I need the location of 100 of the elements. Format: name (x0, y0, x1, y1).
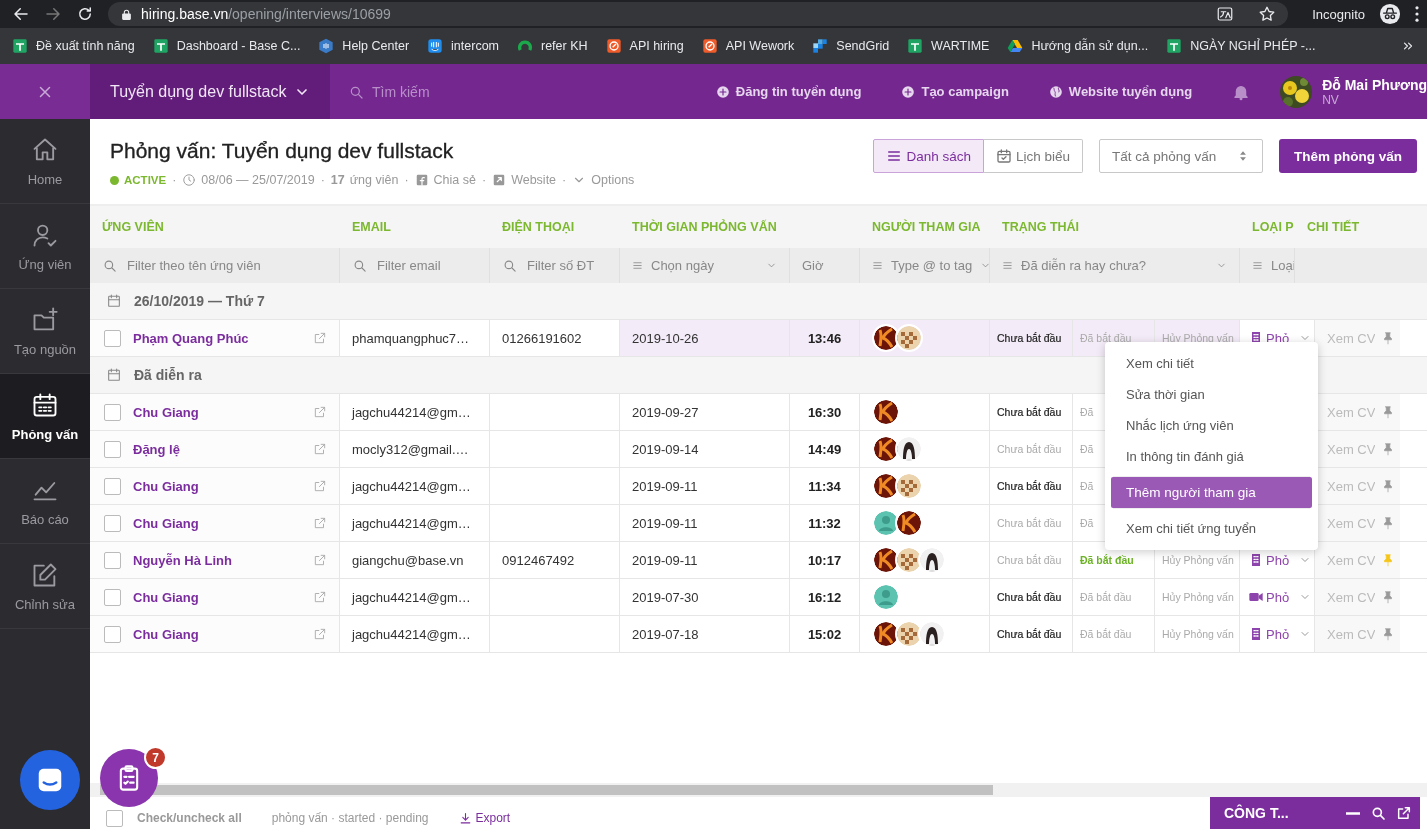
bookmark[interactable]: refer KH (517, 38, 588, 54)
calendar-icon (106, 293, 122, 309)
time-cell: 11:34 (808, 478, 841, 494)
bookmark[interactable]: Dashboard - Base C... (152, 38, 301, 54)
view-tab[interactable]: Danh sách (873, 139, 984, 173)
avatar (895, 435, 923, 463)
bookmark[interactable]: API Wework (701, 38, 795, 54)
plus-circle-icon (901, 84, 916, 99)
legend-text: phỏng vấn · started · pending (271, 811, 429, 825)
calendar-icon (106, 367, 122, 383)
checkbox[interactable] (104, 403, 121, 421)
more-bookmarks-icon (1401, 39, 1415, 53)
bookmark[interactable]: Help Center (318, 38, 410, 54)
bookmark-icon (701, 38, 718, 54)
view-tab[interactable]: Lịch biểu (983, 139, 1083, 173)
export-link[interactable]: Export (458, 811, 511, 825)
horizontal-scrollbar[interactable] (90, 783, 1427, 797)
header-link[interactable]: Website tuyển dụng (1048, 84, 1193, 99)
menu-item[interactable]: Nhắc lịch ứng viên (1111, 410, 1312, 441)
date-cell[interactable]: 2019-09-11 (620, 542, 790, 578)
checkbox[interactable] (104, 625, 121, 643)
bookmark[interactable]: intercom (427, 38, 499, 54)
interview-type[interactable]: Phỏ (1240, 542, 1295, 578)
facebook-icon (414, 173, 429, 187)
avatar (895, 509, 923, 537)
candidate-name[interactable]: Chu Giang (133, 589, 313, 605)
filter-field[interactable]: Filter email (375, 257, 477, 274)
candidate-name[interactable]: Chu Giang (133, 626, 313, 642)
time-cell: 16:30 (807, 404, 842, 420)
time-cell: 15:02 (807, 626, 842, 642)
bookmark[interactable]: SendGrid (812, 38, 890, 54)
date-cell[interactable]: 2019-07-18 (620, 616, 790, 652)
star-icon (1258, 5, 1277, 23)
status-option[interactable]: Chưa bắt đầu (997, 591, 1062, 603)
interview-type[interactable]: Phỏ (1240, 579, 1295, 615)
add-interview-button[interactable]: Thêm phỏng vấn (1279, 139, 1417, 173)
date-cell[interactable]: 2019-10-26 (620, 320, 790, 356)
checkbox[interactable] (104, 329, 121, 347)
filter-field[interactable]: Filter theo tên ứng viên (125, 257, 327, 274)
date-cell[interactable]: 2019-07-30 (620, 579, 790, 615)
external-link-icon (313, 405, 327, 419)
user-name: Đỗ Mai Phương (1322, 76, 1427, 93)
nav-item[interactable]: Phỏng vấn (0, 374, 90, 459)
checkbox[interactable] (104, 440, 121, 458)
column-header: TRẠNG THÁI (1002, 220, 1080, 234)
bookmark[interactable]: NGÀY NGHỈ PHÉP -... (1166, 38, 1316, 54)
checkbox[interactable] (104, 551, 121, 569)
candidate-name[interactable]: Chu Giang (133, 515, 313, 531)
search-icon (352, 258, 367, 273)
date-cell[interactable]: 2019-09-11 (620, 468, 790, 504)
header-link[interactable]: Đăng tin tuyển dụng (715, 84, 862, 99)
bookmark[interactable]: Đề xuất tính năng (12, 38, 135, 54)
candidate-name[interactable]: Chu Giang (133, 404, 313, 420)
dock-panel[interactable]: CÔNG T... (1210, 797, 1420, 829)
date-cell[interactable]: 2019-09-14 (620, 431, 790, 467)
checkbox[interactable] (104, 514, 121, 532)
status-option[interactable]: Chưa bắt đầu (997, 480, 1062, 492)
candidate-name[interactable]: Phạm Quang Phúc (133, 330, 313, 346)
bookmark-icon (1007, 38, 1024, 54)
external-link-icon (313, 553, 327, 567)
menu-item[interactable]: In thông tin đánh giá (1111, 441, 1312, 472)
checkbox[interactable] (106, 809, 123, 827)
external-link-icon (313, 516, 327, 530)
lock-icon (120, 7, 133, 21)
status-option[interactable]: Chưa bắt đầu (997, 628, 1062, 640)
separator: · (404, 173, 409, 187)
separator: · (172, 173, 177, 187)
checkbox[interactable] (104, 588, 121, 606)
menu-item[interactable]: Thêm người tham gia (1111, 477, 1312, 508)
column-header: THỜI GIAN PHỎNG VẤN (632, 220, 777, 234)
address-bar[interactable]: hiring.base.vn/opening/interviews/10699 (108, 2, 1289, 26)
filter-field[interactable]: Filter số ĐT (525, 257, 607, 274)
external-link-icon (313, 331, 327, 345)
search-field[interactable]: Tìm kiếm (370, 82, 520, 101)
group-title: Đã diễn ra (134, 367, 202, 383)
candidate-name[interactable]: Đặng lệ (133, 441, 313, 457)
status-option[interactable]: Chưa bắt đầu (997, 406, 1062, 418)
candidate-name[interactable]: Nguyễn Hà Linh (133, 552, 313, 568)
date-range: 08/06 — 25/07/2019 (201, 173, 315, 187)
interview-type[interactable]: Phỏ (1240, 616, 1295, 652)
filter-select[interactable]: Tất cả phỏng vấn (1099, 139, 1263, 173)
menu-item[interactable]: Xem chi tiết (1111, 348, 1312, 379)
project-selector[interactable]: Tuyển dụng dev fullstack (90, 64, 330, 119)
email-cell: jagchu44214@gm… (352, 478, 471, 494)
candidate-name[interactable]: Chu Giang (133, 478, 313, 494)
bookmark[interactable]: WARTIME (907, 38, 990, 54)
list-icon (632, 260, 643, 271)
header-link[interactable]: Tạo campaign (901, 84, 1009, 99)
back-icon (12, 5, 30, 23)
external-link-icon (313, 442, 327, 456)
date-cell[interactable]: 2019-09-11 (620, 505, 790, 541)
email-cell: jagchu44214@gm… (352, 589, 471, 605)
email-cell: jagchu44214@gm… (352, 404, 471, 420)
bookmark[interactable]: API hiring (605, 38, 684, 54)
checkbox[interactable] (104, 477, 121, 495)
separator: · (562, 173, 567, 187)
menu-item[interactable]: Sửa thời gian (1111, 379, 1312, 410)
menu-item[interactable]: Xem chi tiết ứng tuyển (1111, 513, 1312, 544)
date-cell[interactable]: 2019-09-27 (620, 394, 790, 430)
bookmark[interactable]: Hướng dẫn sử dụn... (1007, 38, 1149, 54)
